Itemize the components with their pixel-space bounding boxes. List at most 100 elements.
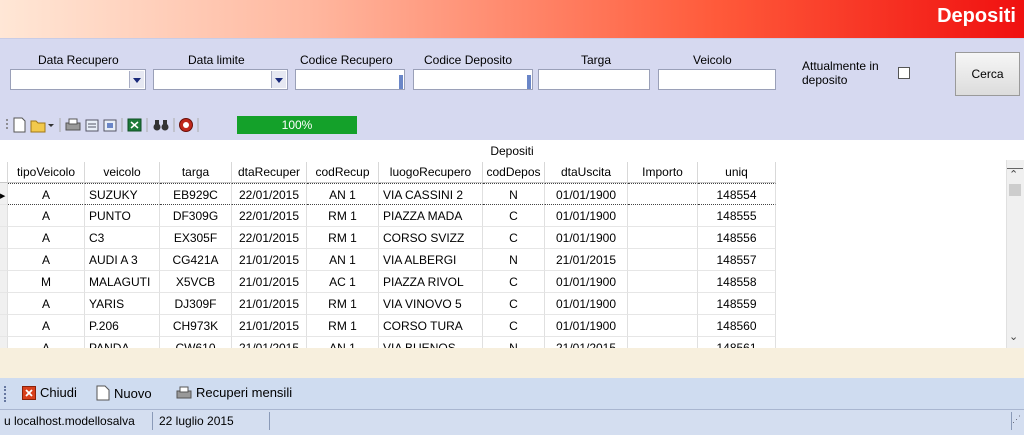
cell-luogorecupero[interactable]: VIA ALBERGI	[379, 249, 483, 271]
recuperi-mensili-button[interactable]: Recuperi mensili	[176, 385, 292, 400]
cell-luogorecupero[interactable]: CORSO SVIZZ	[379, 227, 483, 249]
cell-uniq[interactable]: 148555	[698, 205, 776, 227]
nuovo-button[interactable]: Nuovo	[96, 385, 152, 401]
cell-dtauscita[interactable]: 01/01/1900	[545, 293, 628, 315]
cell-luogorecupero[interactable]: PIAZZA RIVOL	[379, 271, 483, 293]
row-selector[interactable]	[0, 293, 8, 315]
cell-codrecup[interactable]: RM 1	[307, 227, 379, 249]
row-selector[interactable]	[0, 227, 8, 249]
cell-veicolo[interactable]: MALAGUTI	[85, 271, 160, 293]
stop-icon[interactable]	[179, 118, 193, 132]
cell-dtauscita[interactable]: 21/01/2015	[545, 249, 628, 271]
cell-codrecup[interactable]: RM 1	[307, 205, 379, 227]
column-header-tipoveicolo[interactable]: tipoVeicolo	[8, 162, 85, 183]
cell-importo[interactable]	[628, 183, 698, 205]
cell-targa[interactable]: DJ309F	[160, 293, 232, 315]
column-header-importo[interactable]: Importo	[628, 162, 698, 183]
cell-tipoveicolo[interactable]: A	[8, 205, 85, 227]
cell-coddepos[interactable]: C	[483, 205, 545, 227]
row-selector[interactable]	[0, 315, 8, 337]
cell-importo[interactable]	[628, 227, 698, 249]
table-row[interactable]: A C3 EX305F 22/01/2015 RM 1 CORSO SVIZZ C 01/01…	[0, 227, 776, 249]
cell-targa[interactable]: EX305F	[160, 227, 232, 249]
chevron-down-icon[interactable]	[271, 71, 286, 88]
cell-importo[interactable]	[628, 205, 698, 227]
data-recupero-combo[interactable]	[10, 69, 146, 90]
cell-luogorecupero[interactable]: VIA CASSINI 2	[379, 183, 483, 205]
cell-veicolo[interactable]: YARIS	[85, 293, 160, 315]
column-header-dtauscita[interactable]: dtaUscita	[545, 162, 628, 183]
cell-dtarecuper[interactable]: 21/01/2015	[232, 293, 307, 315]
table-row[interactable]: A PUNTO DF309G 22/01/2015 RM 1 PIAZZA MADA C 01…	[0, 205, 776, 227]
cell-coddepos[interactable]: C	[483, 293, 545, 315]
print-icon[interactable]	[65, 118, 81, 131]
new-document-icon[interactable]	[13, 117, 26, 133]
cell-tipoveicolo[interactable]: A	[8, 183, 85, 205]
cell-veicolo[interactable]: PUNTO	[85, 205, 160, 227]
table-row[interactable]: M MALAGUTI X5VCB 21/01/2015 AC 1 PIAZZA RIVOL…	[0, 271, 776, 293]
cell-targa[interactable]: CH973K	[160, 315, 232, 337]
cell-targa[interactable]: EB929C	[160, 183, 232, 205]
column-header-luogorecupero[interactable]: luogoRecupero	[379, 162, 483, 183]
data-limite-combo[interactable]	[153, 69, 288, 90]
cell-dtauscita[interactable]: 01/01/1900	[545, 271, 628, 293]
column-header-targa[interactable]: targa	[160, 162, 232, 183]
cell-importo[interactable]	[628, 271, 698, 293]
cell-tipoveicolo[interactable]: A	[8, 293, 85, 315]
cell-tipoveicolo[interactable]: M	[8, 271, 85, 293]
find-icon[interactable]	[153, 120, 169, 131]
table-row[interactable]: ▶ A SUZUKY EB929C 22/01/2015 AN 1 VIA CASSINI …	[0, 183, 776, 205]
codice-deposito-input[interactable]	[413, 69, 533, 90]
cell-veicolo[interactable]: AUDI A 3	[85, 249, 160, 271]
cell-targa[interactable]: CG421A	[160, 249, 232, 271]
row-selector[interactable]	[0, 249, 8, 271]
cell-veicolo[interactable]: C3	[85, 227, 160, 249]
table-row[interactable]: A AUDI A 3 CG421A 21/01/2015 AN 1 VIA ALBERGI…	[0, 249, 776, 271]
cell-veicolo[interactable]: SUZUKY	[85, 183, 160, 205]
lookup-marker[interactable]	[527, 75, 531, 89]
cell-uniq[interactable]: 148559	[698, 293, 776, 315]
row-selector[interactable]	[0, 205, 8, 227]
resize-grip-icon[interactable]: ⋰	[1012, 415, 1022, 428]
cell-uniq[interactable]: 148556	[698, 227, 776, 249]
cell-codrecup[interactable]: RM 1	[307, 315, 379, 337]
cerca-button[interactable]: Cerca	[955, 52, 1020, 96]
print-preview-icon[interactable]	[85, 119, 99, 132]
column-header-dtarecuper[interactable]: dtaRecuper	[232, 162, 307, 183]
cell-codrecup[interactable]: AN 1	[307, 249, 379, 271]
cell-veicolo[interactable]: P.206	[85, 315, 160, 337]
cell-uniq[interactable]: 148554	[698, 183, 776, 205]
cell-codrecup[interactable]: AN 1	[307, 183, 379, 205]
cell-luogorecupero[interactable]: VIA VINOVO 5	[379, 293, 483, 315]
page-setup-icon[interactable]	[103, 119, 117, 132]
cell-uniq[interactable]: 148557	[698, 249, 776, 271]
column-header-uniq[interactable]: uniq	[698, 162, 776, 183]
cell-targa[interactable]: DF309G	[160, 205, 232, 227]
excel-icon[interactable]	[127, 118, 142, 132]
chevron-down-icon[interactable]	[129, 71, 144, 88]
chevron-up-icon[interactable]: ⌃	[1009, 168, 1018, 181]
cell-luogorecupero[interactable]: PIAZZA MADA	[379, 205, 483, 227]
chiudi-button[interactable]: Chiudi	[22, 385, 77, 400]
cell-dtauscita[interactable]: 01/01/1900	[545, 227, 628, 249]
cell-coddepos[interactable]: C	[483, 315, 545, 337]
table-row[interactable]: A YARIS DJ309F 21/01/2015 RM 1 VIA VINOVO 5C0…	[0, 293, 776, 315]
cell-luogorecupero[interactable]: CORSO TURA	[379, 315, 483, 337]
cell-dtarecuper[interactable]: 22/01/2015	[232, 183, 307, 205]
cell-dtauscita[interactable]: 01/01/1900	[545, 315, 628, 337]
cell-coddepos[interactable]: C	[483, 271, 545, 293]
cell-importo[interactable]	[628, 315, 698, 337]
in-deposito-checkbox[interactable]	[898, 67, 910, 79]
cell-coddepos[interactable]: C	[483, 227, 545, 249]
open-folder-icon[interactable]	[30, 120, 46, 133]
current-row-indicator[interactable]: ▶	[0, 183, 8, 205]
cell-dtarecuper[interactable]: 22/01/2015	[232, 205, 307, 227]
cell-importo[interactable]	[628, 293, 698, 315]
column-header-coddepos[interactable]: codDepos	[483, 162, 545, 183]
cell-codrecup[interactable]: AC 1	[307, 271, 379, 293]
cell-dtarecuper[interactable]: 21/01/2015	[232, 271, 307, 293]
targa-input[interactable]	[538, 69, 650, 90]
cell-uniq[interactable]: 148558	[698, 271, 776, 293]
scroll-thumb[interactable]	[1009, 184, 1021, 196]
cell-tipoveicolo[interactable]: A	[8, 249, 85, 271]
